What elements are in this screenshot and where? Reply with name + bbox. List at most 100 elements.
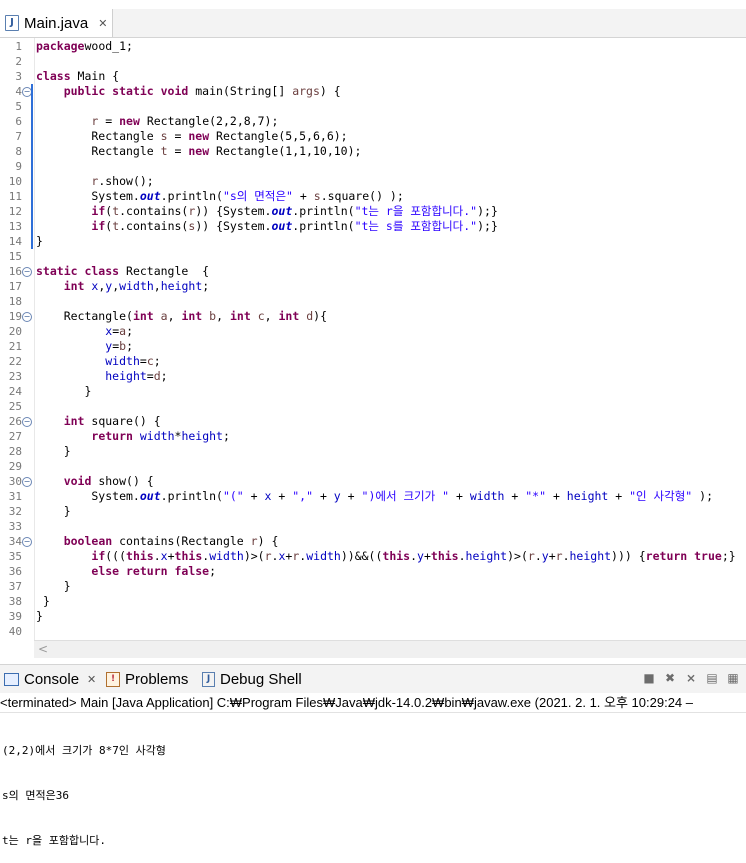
code-line[interactable]: 16 static class Rectangle { [0,264,746,279]
output-line: t는 r을 포함합니다. [2,834,106,847]
close-icon[interactable]: ✕ [98,17,107,30]
code-text: if(t.contains(s)) {System.out.println("t… [91,219,498,233]
console-output[interactable]: (2,2)에서 크기가 8*7인 사각형 s의 면적은36 t는 r을 포함합니… [2,713,166,863]
code-line[interactable]: 7 Rectangle s = new Rectangle(5,5,6,6); [0,129,746,144]
code-line[interactable]: 36 else return false; [0,564,746,579]
code-line[interactable]: 6 r = new Rectangle(2,2,8,7); [0,114,746,129]
java-file-icon: J [5,15,19,31]
collapse-fold-icon[interactable] [22,267,32,277]
code-line[interactable]: 18 [0,294,746,309]
code-line[interactable]: 21 y=b; [0,339,746,354]
line-number: 8 [15,145,22,158]
code-line[interactable]: 20 x=a; [0,324,746,339]
code-line[interactable]: 9 [0,159,746,174]
line-number: 34 [8,535,22,548]
line-number: 31 [8,490,22,503]
remove-launch-icon[interactable]: ✖ [663,671,677,685]
code-line[interactable]: 27 return width*height; [0,429,746,444]
code-line[interactable]: 35 if(((this.x+this.width)>(r.x+r.width)… [0,549,746,564]
code-text: public static void main(String[] args) { [63,84,341,98]
code-line[interactable]: 33 [0,519,746,534]
line-number: 24 [8,385,22,398]
line-number: 11 [8,190,22,203]
line-number: 10 [8,175,22,188]
code-line[interactable]: 39} [0,609,746,624]
code-text: if(t.contains(r)) {System.out.println("t… [91,204,498,218]
output-line: (2,2)에서 크기가 8*7인 사각형 [2,744,166,757]
code-line[interactable]: 38 } [0,594,746,609]
line-number: 26 [8,415,22,428]
code-line[interactable]: 28 } [0,444,746,459]
line-number: 17 [8,280,22,293]
code-text: } [42,594,50,608]
code-line[interactable]: 22 width=c; [0,354,746,369]
code-line[interactable]: 10 r.show(); [0,174,746,189]
tab-debug-shell[interactable]: J Debug Shell [202,665,302,693]
collapse-fold-icon[interactable] [22,417,32,427]
code-text: Rectangle t = new Rectangle(1,1,10,10); [36,144,362,158]
display-console-icon[interactable]: ▦ [726,671,740,685]
code-line[interactable]: 3 class Main { [0,69,746,84]
code-line[interactable]: 2 [0,54,746,69]
scroll-left-icon[interactable]: < [38,641,48,658]
line-number: 23 [8,370,22,383]
code-text: return width*height; [91,429,230,443]
code-line[interactable]: 32 } [0,504,746,519]
terminate-icon[interactable]: ■ [642,671,656,685]
code-line[interactable]: 25 [0,399,746,414]
code-text: int square() { [63,414,161,428]
code-line[interactable]: 31 System.out.println("(" + x + "," + y … [0,489,746,504]
code-line[interactable]: 5 [0,99,746,114]
collapse-fold-icon[interactable] [22,312,32,322]
code-text: class Main { [36,69,120,83]
code-text: boolean contains(Rectangle r) { [63,534,279,548]
collapse-fold-icon[interactable] [22,537,32,547]
line-number: 13 [8,220,22,233]
tab-console[interactable]: Console ✕ [0,665,96,693]
code-line[interactable]: 12 if(t.contains(r)) {System.out.println… [0,204,746,219]
code-line[interactable]: 13 if(t.contains(s)) {System.out.println… [0,219,746,234]
code-line[interactable]: 1 packagewood_1; [0,39,746,54]
tab-main-java[interactable]: J Main.java ✕ [0,9,113,37]
code-line[interactable]: 17 int x,y,width,height; [0,279,746,294]
line-number: 38 [8,595,22,608]
code-line[interactable]: 14} [0,234,746,249]
code-line[interactable]: 19 Rectangle(int a, int b, int c, int d)… [0,309,746,324]
line-number: 37 [8,580,22,593]
close-icon[interactable]: ✕ [87,673,96,686]
code-text: } [36,609,43,623]
line-number: 39 [8,610,22,623]
line-number: 18 [8,295,22,308]
line-number: 6 [15,115,22,128]
horizontal-scrollbar[interactable]: < [34,640,746,658]
code-line[interactable]: 37 } [0,579,746,594]
console-tab-bar: Console ✕ ! Problems J Debug Shell ■ ✖ ⨯… [0,664,746,694]
code-line[interactable]: 11 System.out.println("s의 면적은" + s.squar… [0,189,746,204]
code-line[interactable]: 26 int square() { [0,414,746,429]
code-line[interactable]: 29 [0,459,746,474]
remove-all-icon[interactable]: ⨯ [684,671,698,685]
quick-diff-bar [31,84,33,249]
code-line[interactable]: 4 public static void main(String[] args)… [0,84,746,99]
code-line[interactable]: 15 [0,249,746,264]
code-line[interactable]: 8 Rectangle t = new Rectangle(1,1,10,10)… [0,144,746,159]
line-number: 32 [8,505,22,518]
editor-tab-bar: J Main.java ✕ [0,9,746,38]
code-line[interactable]: 40 [0,624,746,639]
line-number: 29 [8,460,22,473]
code-line[interactable]: 30 void show() { [0,474,746,489]
line-number: 19 [8,310,22,323]
code-text: } [36,504,71,518]
code-editor[interactable]: 1packagewood_1;23class Main {4 public st… [0,38,746,640]
code-text: Rectangle s = new Rectangle(5,5,6,6); [36,129,348,143]
tab-problems[interactable]: ! Problems [106,665,188,693]
pin-console-icon[interactable]: ▤ [705,671,719,685]
console-toolbar: ■ ✖ ⨯ ▤ ▦ [642,671,740,685]
line-number: 40 [8,625,22,638]
collapse-fold-icon[interactable] [22,477,32,487]
code-line[interactable]: 24 } [0,384,746,399]
code-line[interactable]: 34 boolean contains(Rectangle r) { [0,534,746,549]
code-text: y=b; [105,339,133,353]
code-text: else return false; [91,564,217,578]
code-line[interactable]: 23 height=d; [0,369,746,384]
